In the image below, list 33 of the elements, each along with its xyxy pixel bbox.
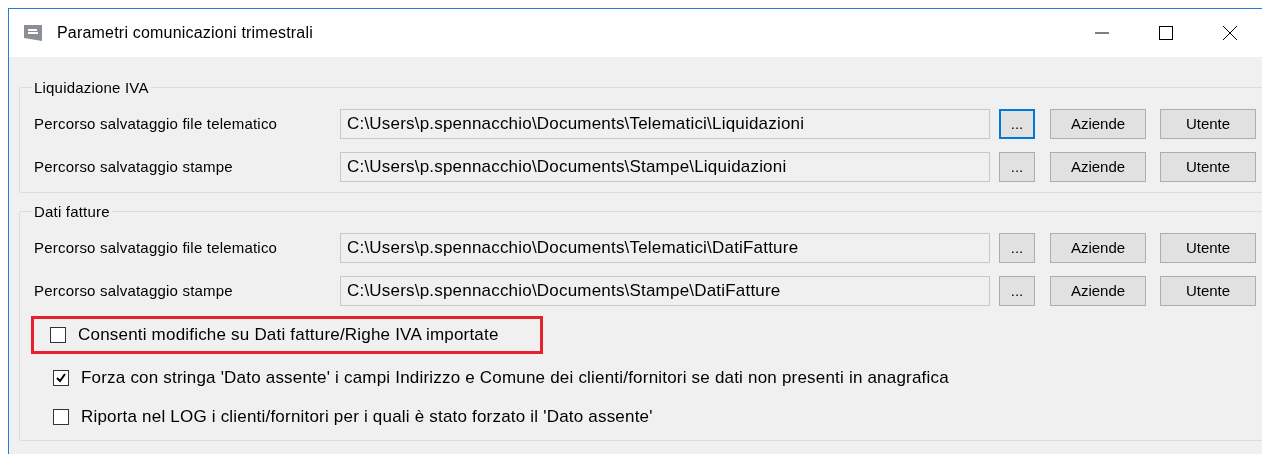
field-label: Percorso salvataggio file telematico (34, 115, 279, 132)
field-label: Percorso salvataggio stampe (34, 158, 234, 175)
group-title: Liquidazione IVA (33, 79, 150, 96)
dialog-button[interactable]: Aziende (1050, 275, 1146, 306)
checkbox-label: Forza con stringa 'Dato assente' i campi Indirizzo e Comune dei clienti/fornitori se dati non presenti in anagrafica (81, 367, 949, 388)
browse-button[interactable]: ... (999, 108, 1035, 139)
window-title: Parametri comunicazioni trimestrali (57, 24, 313, 42)
path-field[interactable]: C:\Users\p.spennacchio\Documents\Telematici\Liquidazioni (340, 108, 990, 139)
dialog-button[interactable]: Aziende (1050, 151, 1146, 182)
checkbox[interactable] (53, 369, 69, 386)
group-title: Dati fatture (33, 203, 111, 220)
path-field[interactable]: C:\Users\p.spennacchio\Documents\Stampe\Liquidazioni (340, 151, 990, 182)
browse-button[interactable]: ... (999, 275, 1035, 306)
dialog-button[interactable]: Aziende (1050, 232, 1146, 263)
close-icon (1222, 25, 1238, 41)
dialog-button[interactable]: Utente (1160, 151, 1256, 182)
minimize-icon (1094, 32, 1110, 34)
field-label: Percorso salvataggio file telematico (34, 239, 279, 256)
checkbox-label: Riporta nel LOG i clienti/fornitori per i quali è stato forzato il 'Dato assente' (81, 406, 653, 427)
maximize-icon (1158, 25, 1174, 41)
checkbox[interactable] (53, 408, 69, 425)
dialog-button[interactable]: Utente (1160, 108, 1256, 139)
browse-button[interactable]: ... (999, 232, 1035, 263)
dialog-button[interactable]: Aziende (1050, 108, 1146, 139)
checkbox[interactable] (50, 327, 66, 343)
path-field[interactable]: C:\Users\p.spennacchio\Documents\Telematici\DatiFatture (340, 232, 990, 263)
dialog-button[interactable]: Utente (1160, 275, 1256, 306)
app-logo-icon (23, 23, 43, 43)
checkbox-label: Consenti modifiche su Dati fatture/Righe IVA importate (78, 325, 499, 345)
browse-button[interactable]: ... (999, 151, 1035, 182)
path-field[interactable]: C:\Users\p.spennacchio\Documents\Stampe\DatiFatture (340, 275, 990, 306)
dialog-button[interactable]: Utente (1160, 232, 1256, 263)
field-label: Percorso salvataggio stampe (34, 282, 234, 299)
